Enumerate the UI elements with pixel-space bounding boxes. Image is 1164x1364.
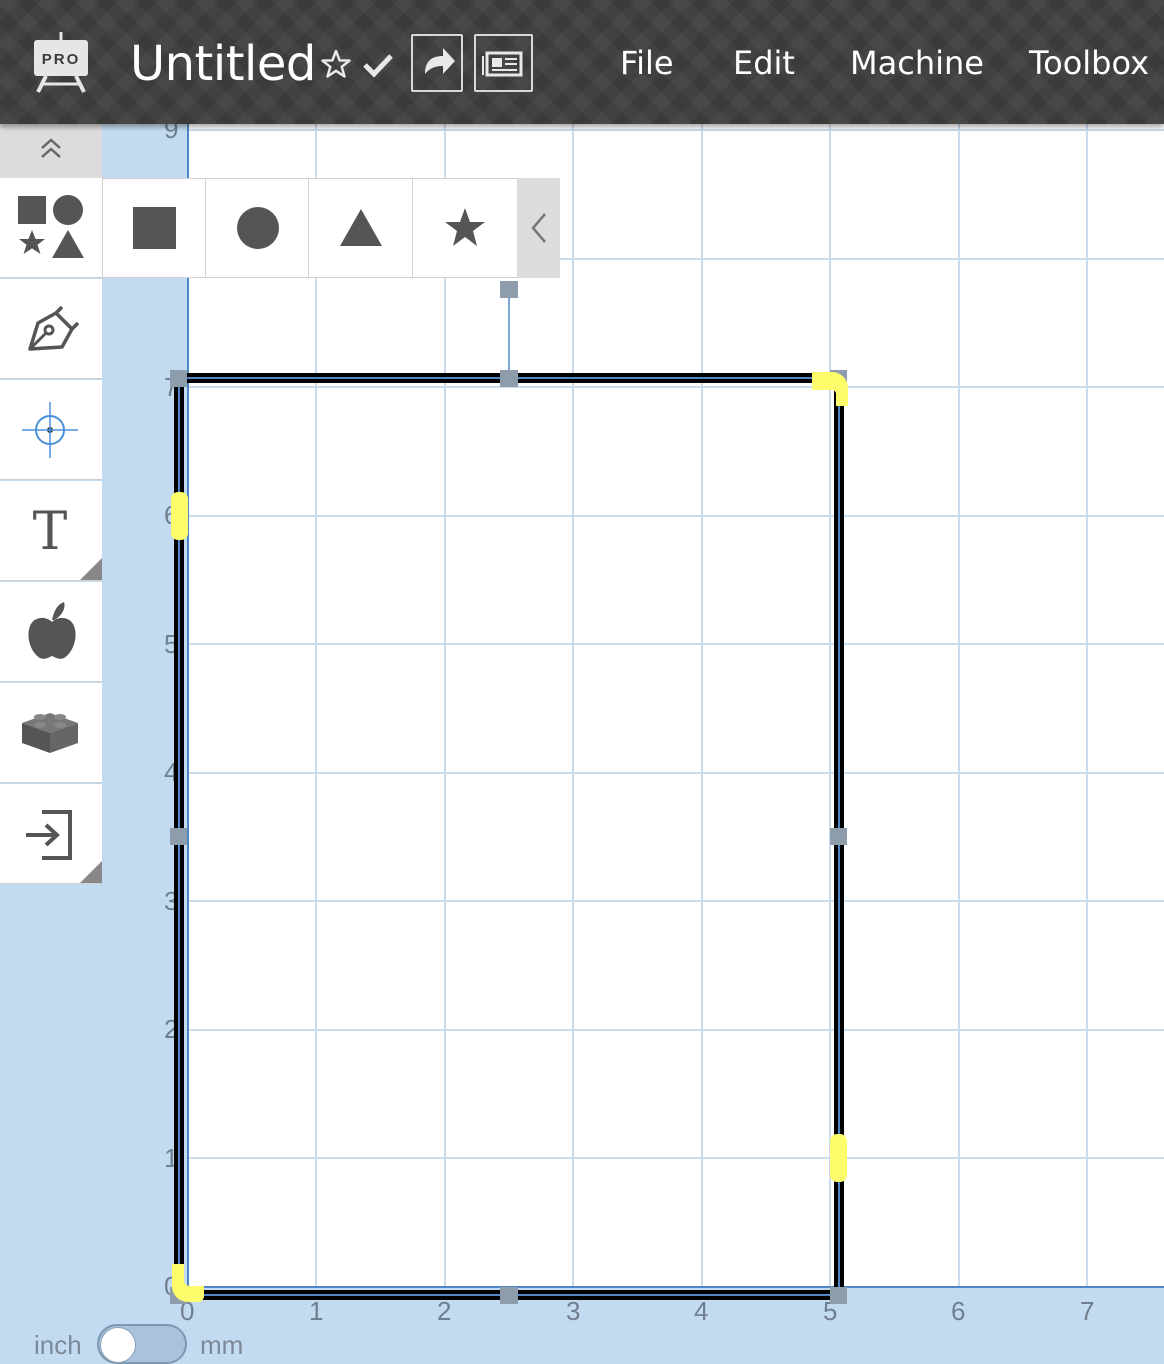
toggle-knob <box>100 1327 136 1363</box>
square-icon <box>133 207 176 249</box>
shape-palette-collapse-button[interactable] <box>517 178 560 278</box>
menu-file[interactable]: File <box>620 40 674 86</box>
crosshair-icon <box>22 402 78 458</box>
resize-handle-bottom[interactable] <box>500 1287 518 1304</box>
pen-nib-icon <box>28 305 80 351</box>
resize-handle-right[interactable] <box>830 828 847 845</box>
checkmark-icon <box>362 52 394 83</box>
shapes-tool[interactable] <box>0 178 102 278</box>
x-axis-label: 1 <box>309 1296 323 1326</box>
menu-toolbox[interactable]: Toolbox <box>1029 40 1149 86</box>
document-title[interactable]: Untitled <box>130 34 316 94</box>
resize-handle-top-left[interactable] <box>170 370 187 387</box>
share-icon <box>425 48 455 74</box>
rotation-handle[interactable] <box>500 281 518 298</box>
pen-tool[interactable] <box>0 279 102 379</box>
brick-icon <box>22 713 78 753</box>
star-shape-button[interactable] <box>413 179 516 277</box>
shape-palette <box>102 178 560 278</box>
preview-button[interactable] <box>474 34 533 92</box>
preview-icon <box>482 51 523 77</box>
text-tool[interactable]: T <box>0 481 102 581</box>
unit-toggle[interactable] <box>97 1324 187 1364</box>
resize-handle-left[interactable] <box>170 828 187 845</box>
path-node-right[interactable] <box>830 1134 847 1182</box>
submenu-indicator <box>80 558 102 580</box>
menu-machine[interactable]: Machine <box>850 40 984 86</box>
toolbar-collapse-button[interactable] <box>0 124 102 178</box>
star-icon <box>445 208 485 246</box>
unit-label-mm: mm <box>200 1330 244 1360</box>
submenu-indicator <box>80 861 102 883</box>
top-bar: PRO Untitled File Edit Machine Toolbox <box>0 0 1164 124</box>
share-button[interactable] <box>411 34 463 92</box>
logo-text: PRO <box>42 51 81 68</box>
triangle-icon <box>340 209 382 246</box>
double-chevron-up-icon <box>41 138 61 158</box>
resize-handle-bottom-right[interactable] <box>830 1287 847 1304</box>
resize-handle-top[interactable] <box>500 370 518 387</box>
x-axis-label: 3 <box>566 1296 580 1326</box>
triangle-shape-button[interactable] <box>310 179 413 277</box>
x-axis-label: 2 <box>437 1296 451 1326</box>
work-area <box>188 124 1164 1287</box>
shapes-icon <box>18 195 84 258</box>
easel-icon: PRO <box>34 32 88 93</box>
chevron-left-icon <box>531 213 546 243</box>
import-tool[interactable] <box>0 784 102 884</box>
menu-edit[interactable]: Edit <box>733 40 795 86</box>
star-outline-icon[interactable] <box>320 48 352 85</box>
circle-icon <box>237 207 279 249</box>
path-node-left[interactable] <box>171 492 188 540</box>
apple-icon <box>28 602 76 659</box>
x-axis-label: 4 <box>694 1296 708 1326</box>
circle-shape-button[interactable] <box>206 179 309 277</box>
app-logo[interactable]: PRO <box>30 30 92 94</box>
x-axis-label: 7 <box>1080 1296 1094 1326</box>
unit-label-inch: inch <box>34 1330 82 1360</box>
blocks-tool[interactable] <box>0 683 102 783</box>
square-shape-button[interactable] <box>103 179 206 277</box>
x-axis-label: 6 <box>951 1296 965 1326</box>
point-tool[interactable] <box>0 380 102 480</box>
text-icon: T <box>33 502 68 562</box>
images-tool[interactable] <box>0 582 102 682</box>
